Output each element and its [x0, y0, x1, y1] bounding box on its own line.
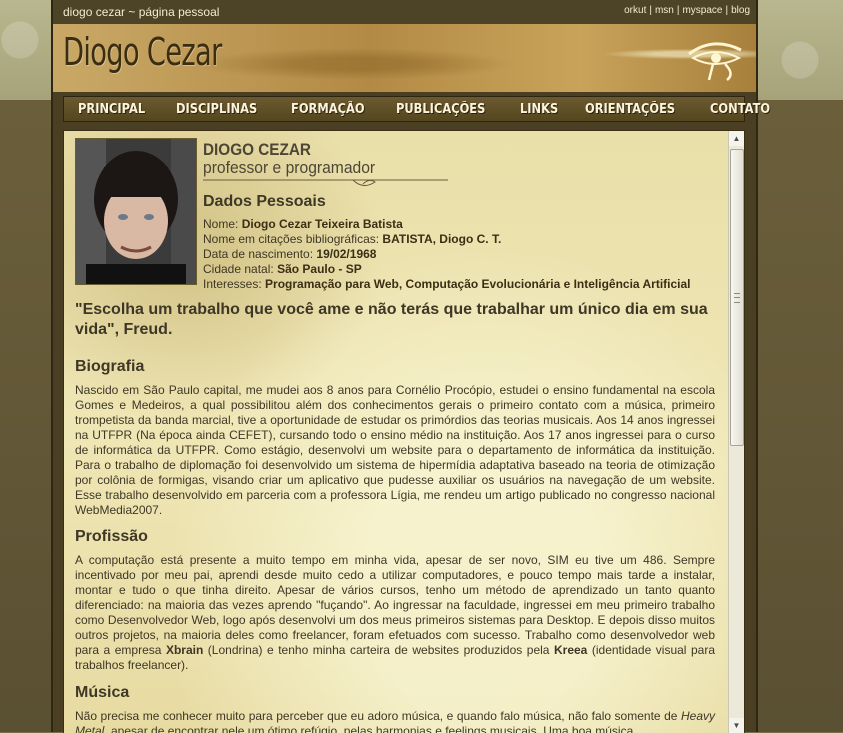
nav-links[interactable]: LINKS — [520, 102, 558, 117]
scroll-up-arrow-icon[interactable]: ▲ — [729, 131, 744, 146]
biografia-heading: Biografia — [75, 358, 145, 375]
nav-principal[interactable]: PRINCIPAL — [78, 102, 145, 117]
data-value: Programação para Web, Computação Evoluci… — [265, 277, 691, 291]
link-blog[interactable]: blog — [731, 5, 750, 16]
link-myspace[interactable]: myspace — [682, 5, 722, 16]
personal-data-section: Dados Pessoais Nome: Diogo Cezar Teixeir… — [203, 193, 718, 292]
profile-photo — [75, 138, 197, 285]
content-frame: DIOGO CEZAR professor e programador Dado… — [63, 130, 745, 733]
scroll-thumb[interactable] — [730, 149, 744, 446]
profile-heading: DIOGO CEZAR professor e programador — [203, 140, 390, 178]
data-label: Nome: — [203, 217, 239, 231]
musica-section: Música Não precisa me conhecer muito par… — [75, 684, 715, 733]
musica-heading: Música — [75, 684, 130, 701]
data-row: Nome: Diogo Cezar Teixeira Batista — [203, 217, 718, 232]
biografia-section: Biografia Nascido em São Paulo capital, … — [75, 358, 715, 518]
musica-text-part: Não precisa me conhecer muito para perce… — [75, 709, 681, 723]
nav-orientacoes[interactable]: ORIENTAÇÕES — [585, 102, 675, 117]
data-value: BATISTA, Diogo C. T. — [382, 232, 502, 246]
portrait-image — [76, 139, 196, 284]
separator: | — [676, 5, 680, 16]
top-links: orkut | msn | myspace | blog — [624, 5, 750, 16]
data-row: Nome em citações bibliográficas: BATISTA… — [203, 232, 718, 247]
company-name: Krеea — [554, 643, 588, 657]
quote: "Escolha um trabalho que você ame e não … — [75, 301, 708, 338]
data-label: Interesses: — [203, 277, 262, 291]
site-logo[interactable]: Diogo Cezar — [63, 30, 222, 74]
company-name: Xbrain — [165, 643, 204, 657]
data-label: Data de nascimento: — [203, 247, 314, 261]
site-caption: diogo cezar ~ página pessoal — [63, 5, 220, 19]
page-container: diogo cezar ~ página pessoal orkut | msn | m… — [51, 0, 770, 733]
top-bar: diogo cezar ~ página pessoal orkut | msn | m… — [53, 0, 756, 24]
separator: | — [649, 5, 652, 16]
header-banner: Diogo Cezar — [53, 24, 756, 92]
nav-formacao[interactable]: FORMAÇÃO — [291, 102, 365, 117]
profile-name: DIOGO CEZAR — [203, 140, 311, 159]
eye-of-horus-icon — [688, 42, 742, 81]
biografia-text: Nascido em São Paulo capital, me mudei a… — [75, 383, 715, 517]
data-row: Interesses: Programação para Web, Comput… — [203, 277, 718, 292]
data-value: 19/02/1968 — [316, 247, 377, 261]
profissao-heading: Profissão — [75, 528, 148, 545]
grip-icon — [734, 293, 740, 303]
link-orkut[interactable]: orkut — [624, 5, 646, 16]
profissao-text-part: A computação está presente a muito tempo… — [75, 553, 715, 657]
nav-publicacoes[interactable]: PUBLICAÇÕES — [396, 102, 485, 117]
vertical-scrollbar[interactable]: ▲ ▼ — [728, 131, 744, 733]
data-row: Data de nascimento: 19/02/1968 — [203, 247, 718, 262]
profissao-section: Profissão A computação está presente a m… — [75, 528, 715, 673]
profissao-text: A computação está presente a muito tempo… — [75, 553, 715, 673]
data-value: Diogo Cezar Teixeira Batista — [241, 217, 403, 231]
flourish-ornament-icon — [203, 179, 448, 186]
data-label: Nome em citações bibliográficas: — [203, 232, 380, 246]
data-value: São Paulo - SP — [277, 262, 362, 276]
profile-subtitle: professor e programador — [203, 158, 376, 177]
scroll-down-arrow-icon[interactable]: ▼ — [729, 718, 744, 733]
separator: | — [725, 5, 729, 16]
main-navigation: PRINCIPAL DISCIPLINAS FORMAÇÃO PUBLICAÇÕ… — [63, 96, 770, 122]
personal-data-list: Nome: Diogo Cezar Teixeira Batista Nome … — [203, 217, 718, 292]
profissao-text-part: (Londrina) e tenho minha carteira de web… — [203, 643, 554, 657]
data-row: Cidade natal: São Paulo - SP — [203, 262, 718, 277]
nav-contato[interactable]: CONTATO — [710, 102, 770, 117]
link-msn[interactable]: msn — [655, 5, 674, 16]
nav-disciplinas[interactable]: DISCIPLINAS — [176, 102, 257, 117]
data-label: Cidade natal: — [203, 262, 274, 276]
musica-text: Não precisa me conhecer muito para perce… — [75, 709, 715, 733]
personal-data-heading: Dados Pessoais — [203, 193, 326, 210]
